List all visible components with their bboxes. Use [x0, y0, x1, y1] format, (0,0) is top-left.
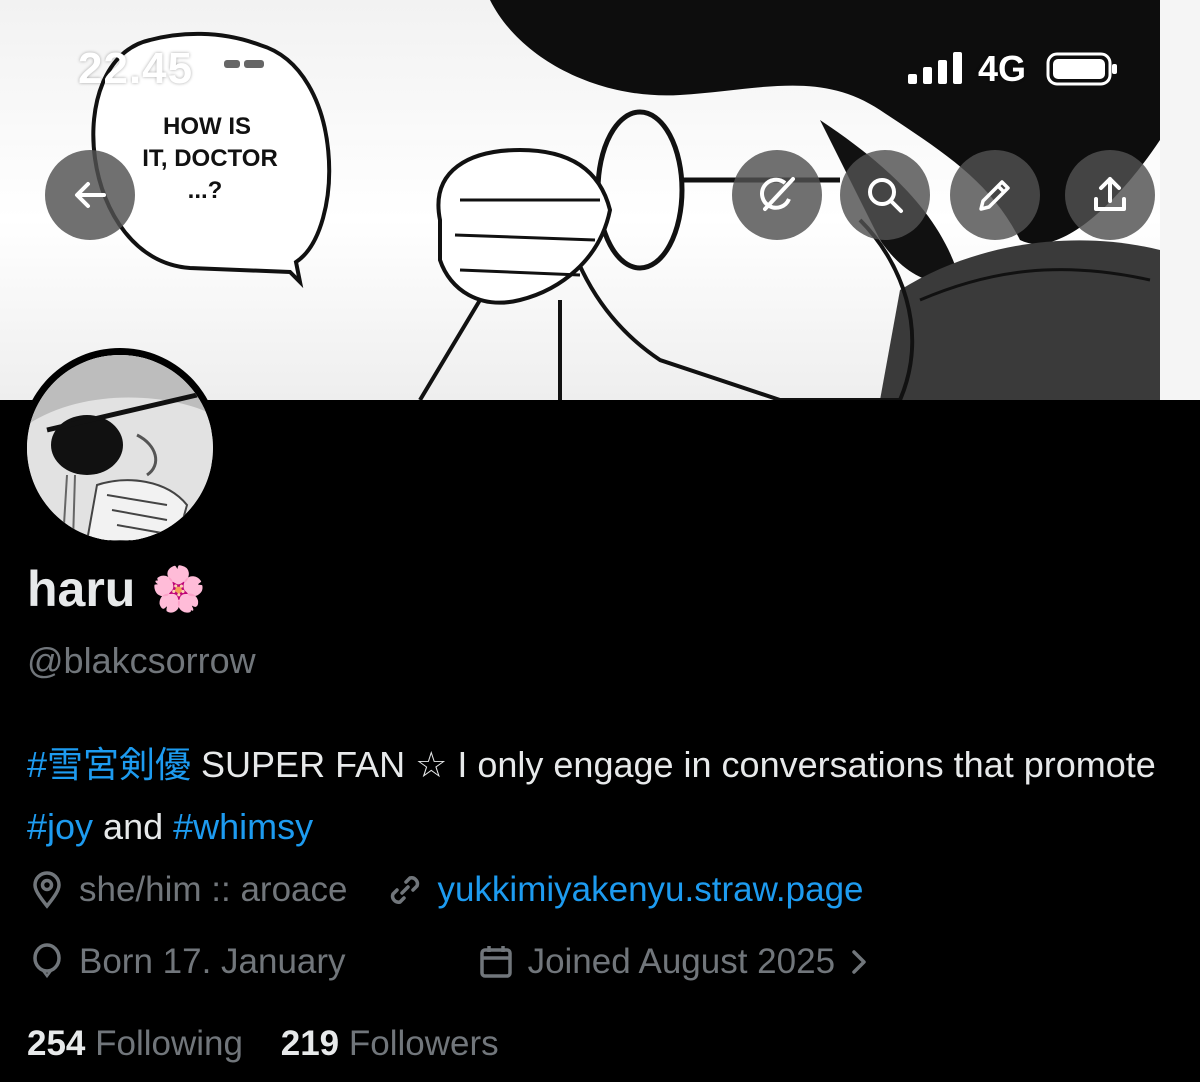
joined-text: Joined August 2025 — [527, 942, 836, 981]
following-label: Following — [95, 1024, 243, 1063]
status-time: 22.45 — [78, 44, 194, 93]
arrow-left-icon — [75, 182, 106, 208]
profile-meta-row: Born 17. January Joined August 2025 — [27, 942, 869, 982]
display-name-text: haru — [27, 561, 136, 617]
website-item[interactable]: yukkimiyakenyu.straw.page — [385, 870, 864, 910]
followers-label: Followers — [348, 1024, 499, 1063]
back-button[interactable] — [45, 150, 135, 240]
birthday-text: Born 17. January — [79, 942, 346, 981]
status-bar: 22.45 4G — [0, 0, 1200, 140]
birthday-item: Born 17. January — [27, 942, 346, 982]
bio-text: and — [93, 806, 174, 847]
balloon-icon — [27, 942, 67, 982]
hashtag-link[interactable]: #雪宮剣優 — [27, 744, 191, 785]
chevron-right-icon — [849, 946, 869, 978]
followers-link[interactable]: 219 Followers — [281, 1024, 499, 1063]
following-link[interactable]: 254 Following — [27, 1024, 243, 1063]
grok-button[interactable] — [732, 150, 822, 240]
bio-text: SUPER FAN ☆ I only engage in conversatio… — [191, 744, 1156, 785]
search-icon — [868, 178, 903, 213]
pencil-icon — [979, 180, 1010, 211]
cherry-blossom-emoji: 🌸 — [151, 565, 207, 614]
share-button[interactable] — [1065, 150, 1155, 240]
speech-line-2: IT, DOCTOR — [142, 145, 278, 172]
hashtag-link[interactable]: #whimsy — [173, 806, 313, 847]
joined-item[interactable]: Joined August 2025 — [476, 942, 869, 982]
profile-avatar[interactable] — [20, 348, 220, 548]
edit-button[interactable] — [950, 150, 1040, 240]
sleep-focus-icon — [220, 56, 268, 85]
display-name: haru 🌸 — [27, 560, 206, 618]
location-text: she/him :: aroace — [79, 870, 348, 909]
network-type: 4G — [978, 48, 1027, 89]
location-pin-icon — [27, 870, 67, 910]
grok-icon — [760, 177, 795, 211]
speech-line-3: ...? — [188, 177, 223, 204]
share-icon — [1094, 177, 1126, 211]
cellular-signal-icon — [908, 52, 962, 84]
user-handle: @blakcsorrow — [27, 640, 256, 681]
search-button[interactable] — [840, 150, 930, 240]
link-icon — [385, 870, 425, 910]
location-item: she/him :: aroace — [27, 870, 347, 910]
calendar-icon — [476, 942, 516, 982]
battery-icon — [1046, 52, 1117, 86]
followers-count: 219 — [280, 1024, 340, 1063]
follow-stats: 254 Following 219 Followers — [27, 1024, 499, 1064]
following-count: 254 — [27, 1024, 86, 1063]
profile-bio: #雪宮剣優 SUPER FAN ☆ I only engage in conve… — [27, 734, 1167, 858]
avatar-image — [27, 355, 213, 541]
website-link[interactable]: yukkimiyakenyu.straw.page — [437, 870, 863, 910]
profile-meta-row: she/him :: aroace yukkimiyakenyu.straw.p… — [27, 870, 864, 910]
hashtag-link[interactable]: #joy — [27, 806, 93, 847]
